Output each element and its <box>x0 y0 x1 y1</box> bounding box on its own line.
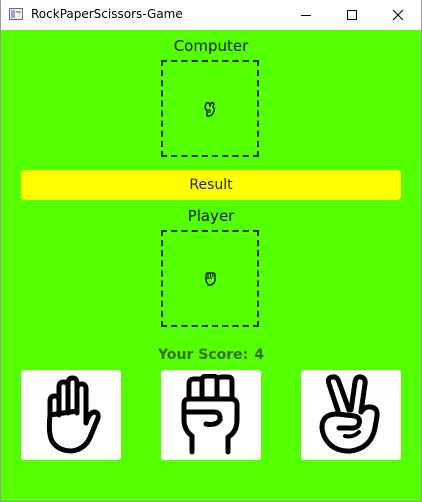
app-window-icon <box>9 8 23 20</box>
game-area: Computer Result Player Your Score: 4 <box>1 30 421 501</box>
maximize-icon <box>347 10 357 20</box>
maximize-button[interactable] <box>329 0 375 30</box>
computer-label: Computer <box>173 37 249 55</box>
score-display: Your Score: 4 <box>1 347 421 363</box>
scissors-hand-icon <box>319 374 380 454</box>
result-bar[interactable]: Result <box>21 170 401 200</box>
scissors-button[interactable] <box>301 370 401 460</box>
close-icon <box>392 9 404 21</box>
score-label: Your Score: <box>158 347 249 363</box>
rock-small-icon <box>205 271 216 286</box>
app-window: RockPaperScissors-Game Computer Result P… <box>0 0 422 502</box>
scissors-small-icon <box>204 101 215 117</box>
close-button[interactable] <box>375 0 421 30</box>
window-title: RockPaperScissors-Game <box>31 7 183 21</box>
player-choice-box <box>161 230 259 327</box>
minimize-button[interactable] <box>283 0 329 30</box>
computer-choice-box <box>161 60 259 157</box>
score-value: 4 <box>254 347 264 363</box>
rock-fist-icon <box>181 374 240 455</box>
rock-button[interactable] <box>161 370 261 460</box>
paper-hand-icon <box>46 375 101 454</box>
paper-button[interactable] <box>21 370 121 460</box>
player-label: Player <box>187 207 235 225</box>
title-bar[interactable]: RockPaperScissors-Game <box>1 0 421 30</box>
minimize-icon <box>301 15 311 16</box>
